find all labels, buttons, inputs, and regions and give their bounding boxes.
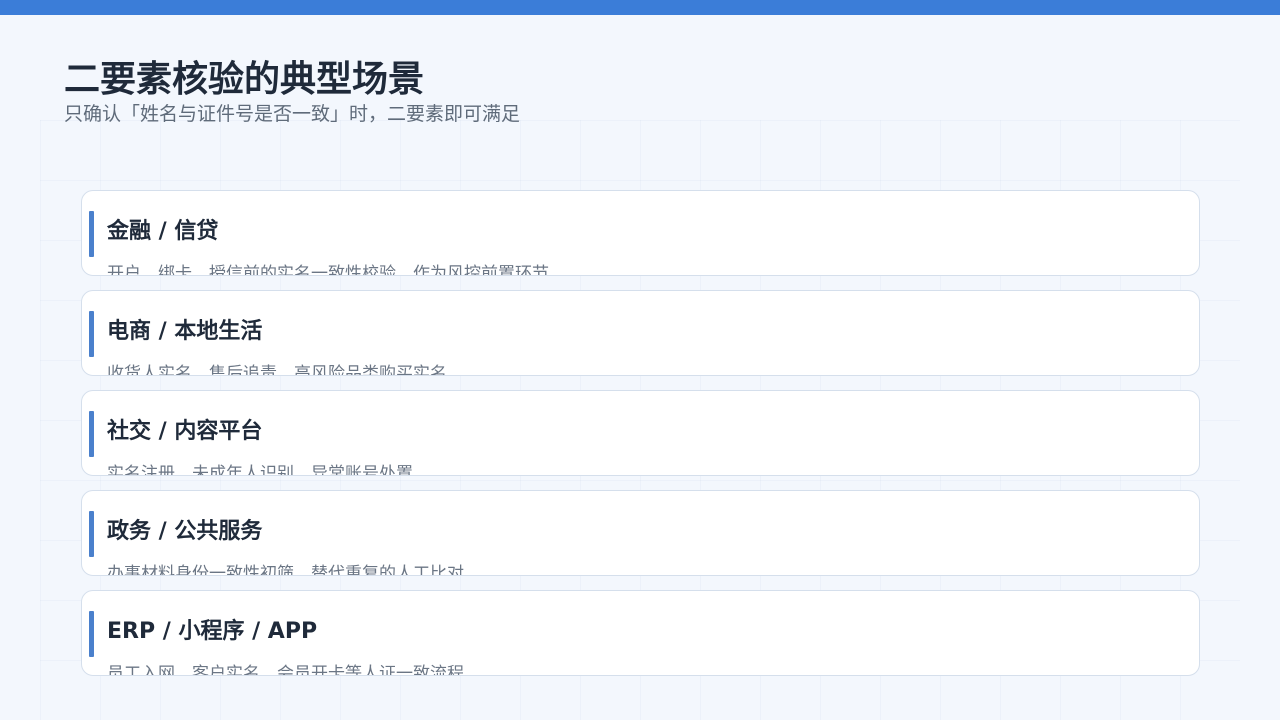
scenario-description: 开户、绑卡、授信前的实名一致性校验，作为风控前置环节 <box>107 264 549 276</box>
scenario-title: ERP / 小程序 / APP <box>107 619 318 644</box>
scenario-title: 金融 / 信贷 <box>107 219 219 244</box>
top-accent-bar <box>0 0 1280 15</box>
scenario-card-finance: 金融 / 信贷 开户、绑卡、授信前的实名一致性校验，作为风控前置环节 <box>81 190 1200 276</box>
card-accent-bar <box>89 211 94 257</box>
scenario-description: 收货人实名、售后追责、高风险品类购买实名 <box>107 364 447 376</box>
scenario-description: 办事材料身份一致性初筛，替代重复的人工比对 <box>107 564 464 576</box>
scenario-title: 社交 / 内容平台 <box>107 419 263 444</box>
card-accent-bar <box>89 311 94 357</box>
page-subtitle: 只确认「姓名与证件号是否一致」时，二要素即可满足 <box>64 103 521 125</box>
card-accent-bar <box>89 611 94 657</box>
scenario-card-ecommerce: 电商 / 本地生活 收货人实名、售后追责、高风险品类购买实名 <box>81 290 1200 376</box>
scenario-title: 电商 / 本地生活 <box>107 319 263 344</box>
scenario-list: 金融 / 信贷 开户、绑卡、授信前的实名一致性校验，作为风控前置环节 电商 / … <box>81 190 1200 690</box>
card-accent-bar <box>89 411 94 457</box>
scenario-title: 政务 / 公共服务 <box>107 519 263 544</box>
scenario-card-social: 社交 / 内容平台 实名注册、未成年人识别、异常账号处置 <box>81 390 1200 476</box>
page-title: 二要素核验的典型场景 <box>64 59 425 100</box>
scenario-description: 实名注册、未成年人识别、异常账号处置 <box>107 464 413 476</box>
scenario-card-government: 政务 / 公共服务 办事材料身份一致性初筛，替代重复的人工比对 <box>81 490 1200 576</box>
card-accent-bar <box>89 511 94 557</box>
scenario-description: 员工入网、客户实名、会员开卡等人证一致流程 <box>107 664 464 676</box>
scenario-card-erp: ERP / 小程序 / APP 员工入网、客户实名、会员开卡等人证一致流程 <box>81 590 1200 676</box>
